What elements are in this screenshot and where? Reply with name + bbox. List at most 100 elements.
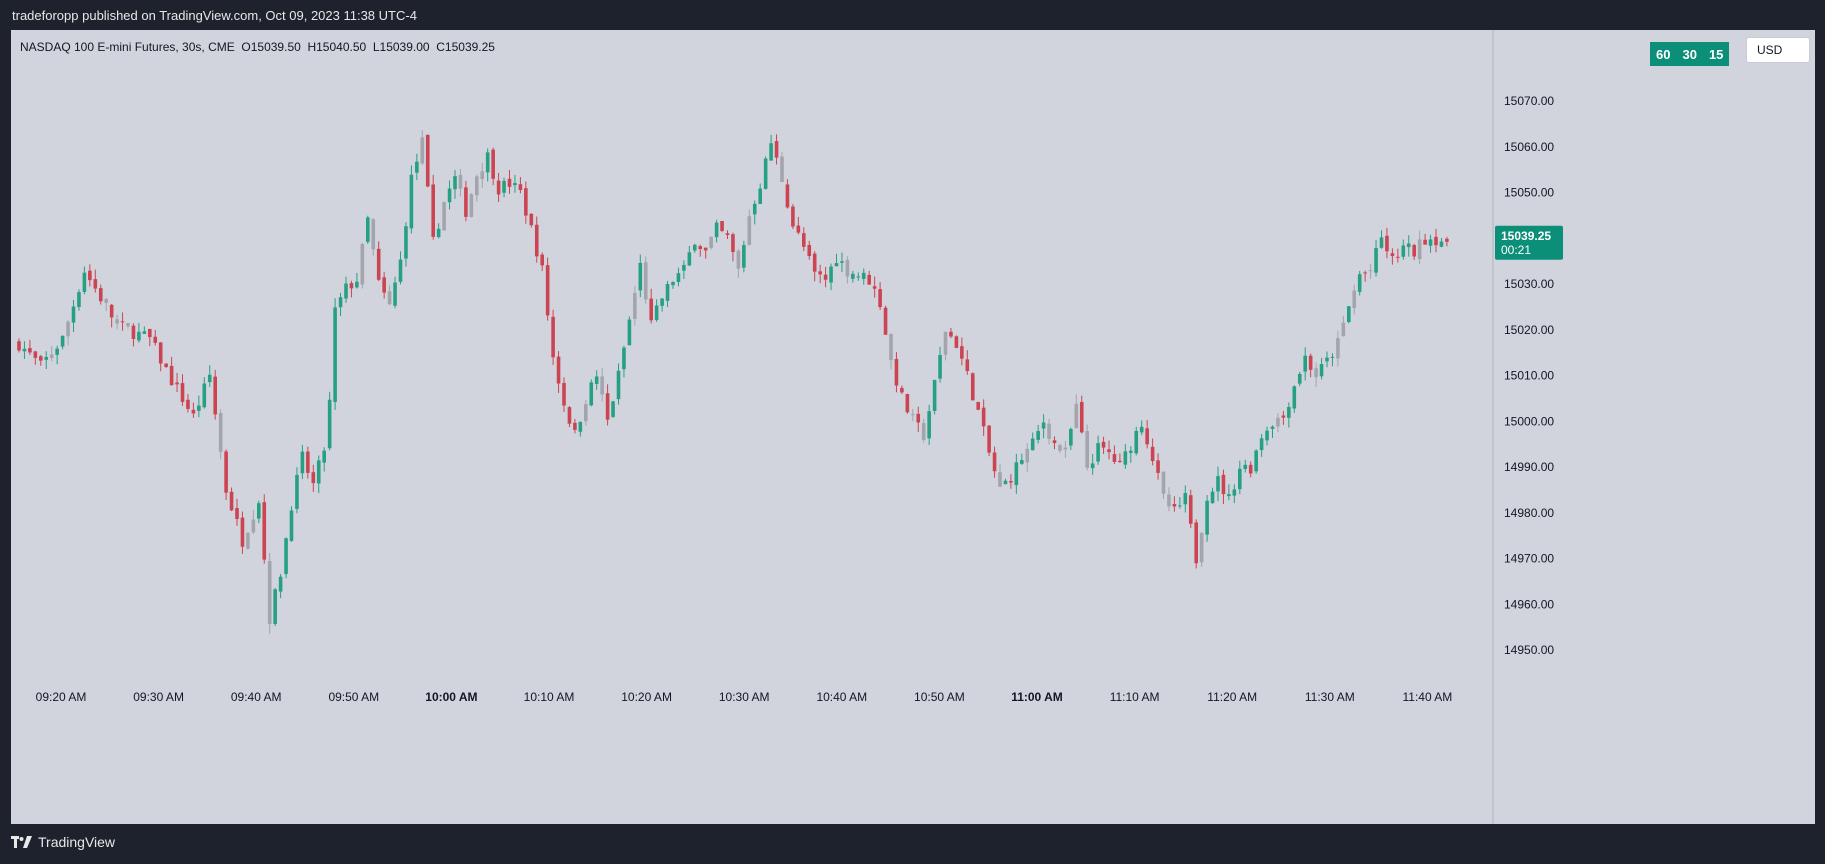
candle-body [327, 399, 332, 449]
candle-body [1385, 235, 1389, 252]
candle-body [752, 203, 757, 215]
candle-body [1188, 495, 1193, 524]
candle-body [883, 307, 888, 335]
candle-body [970, 373, 975, 401]
candle-body [1357, 274, 1362, 292]
badge-60[interactable]: 60 [1656, 47, 1670, 62]
candle-body [867, 274, 871, 285]
candle-body [965, 359, 970, 371]
candle-body [55, 348, 59, 355]
candle-body [900, 387, 904, 393]
candle-body [1014, 462, 1019, 486]
candle-body [1058, 445, 1062, 451]
candle-body [807, 244, 812, 257]
candle-body [387, 291, 392, 305]
candle-body [158, 342, 163, 364]
candle-body [425, 134, 430, 187]
candle-body [1194, 522, 1198, 564]
candle-body [1363, 272, 1367, 274]
candle-body [398, 259, 403, 282]
candle-body [927, 411, 931, 439]
candle-body [98, 288, 103, 302]
candle-body [502, 180, 506, 193]
y-tick-label: 15030.00 [1504, 277, 1554, 291]
candle-body [774, 141, 779, 158]
x-tick-label: 09:50 AM [328, 690, 379, 704]
candle-body [1319, 364, 1324, 377]
chart-frame[interactable]: 14950.00 14960.00 14970.00 14980.00 14990.00… [11, 30, 1815, 824]
candle-body [954, 336, 959, 348]
candle-body [175, 382, 179, 385]
candle-body [44, 356, 49, 360]
candle-body [1063, 447, 1068, 450]
candle-body [513, 183, 517, 186]
candle-body [115, 319, 119, 324]
candle-body [137, 331, 141, 341]
candle-body [911, 414, 915, 416]
candlestick-chart[interactable]: 14950.00 14960.00 14970.00 14980.00 14990.00… [11, 30, 1815, 824]
candle-body [1390, 253, 1395, 257]
candle-body [49, 354, 54, 358]
candle-body [638, 262, 643, 291]
candle-body [1052, 440, 1057, 444]
publisher-line: tradeforopp published on TradingView.com… [12, 8, 417, 23]
y-tick-label: 14990.00 [1504, 460, 1554, 474]
candle-body [507, 178, 512, 187]
candle-body [306, 451, 310, 473]
candle-body [485, 152, 490, 173]
candle-body [458, 175, 463, 189]
session-badges[interactable]: 60 30 15 [1650, 42, 1730, 66]
candle-body [1243, 464, 1248, 470]
candle-body [578, 421, 583, 432]
candle-body [654, 305, 659, 320]
candle-body [878, 289, 882, 308]
tradingview-logo[interactable]: TradingView [11, 834, 115, 850]
candle-body [436, 228, 441, 238]
candle-body [573, 422, 577, 430]
candle-body [1341, 322, 1346, 337]
candle-body [676, 273, 681, 283]
candle-body [796, 225, 801, 233]
candle-body [207, 374, 212, 383]
candle-body [1118, 460, 1122, 462]
candle-body [28, 348, 32, 353]
candle-body [148, 328, 152, 338]
candle-body [1330, 356, 1335, 358]
candle-body [322, 450, 326, 463]
candle-body [600, 376, 604, 395]
badge-15[interactable]: 15 [1709, 47, 1723, 62]
candle-body [1161, 471, 1166, 494]
candle-body [627, 319, 632, 346]
currency-button[interactable]: USD [1746, 37, 1810, 63]
candle-body [355, 281, 359, 288]
legend-high: H15040.50 [307, 40, 367, 54]
candle-body [823, 274, 828, 280]
tradingview-logo-icon [11, 836, 32, 848]
candle-body [284, 538, 288, 575]
candle-body [496, 180, 501, 195]
badge-30[interactable]: 30 [1682, 47, 1696, 62]
x-tick-label: 10:00 AM [425, 690, 477, 704]
x-tick-label: 10:10 AM [524, 690, 575, 704]
candle-body [1314, 368, 1318, 378]
candle-body [366, 217, 370, 242]
x-tick-label: 11:20 AM [1207, 690, 1257, 704]
symbol-legend: NASDAQ 100 E-mini Futures, 30s, CME O150… [20, 40, 495, 54]
candle-body [1129, 450, 1133, 453]
legend-open: O15039.50 [241, 40, 301, 54]
candle-body [1238, 468, 1242, 490]
candle-body [278, 576, 283, 592]
candle-body [1020, 460, 1024, 464]
x-tick-label: 10:50 AM [914, 690, 965, 704]
candle-body [1417, 239, 1422, 260]
candle-body [1287, 406, 1291, 418]
candle-body [33, 351, 38, 358]
candle-body [39, 356, 43, 361]
candle-body [295, 474, 299, 509]
candle-body [1401, 245, 1406, 257]
candle-body [77, 292, 81, 308]
candle-body [1009, 481, 1013, 483]
candle-body [344, 283, 348, 299]
candle-body [529, 213, 534, 226]
candle-body [763, 158, 768, 189]
